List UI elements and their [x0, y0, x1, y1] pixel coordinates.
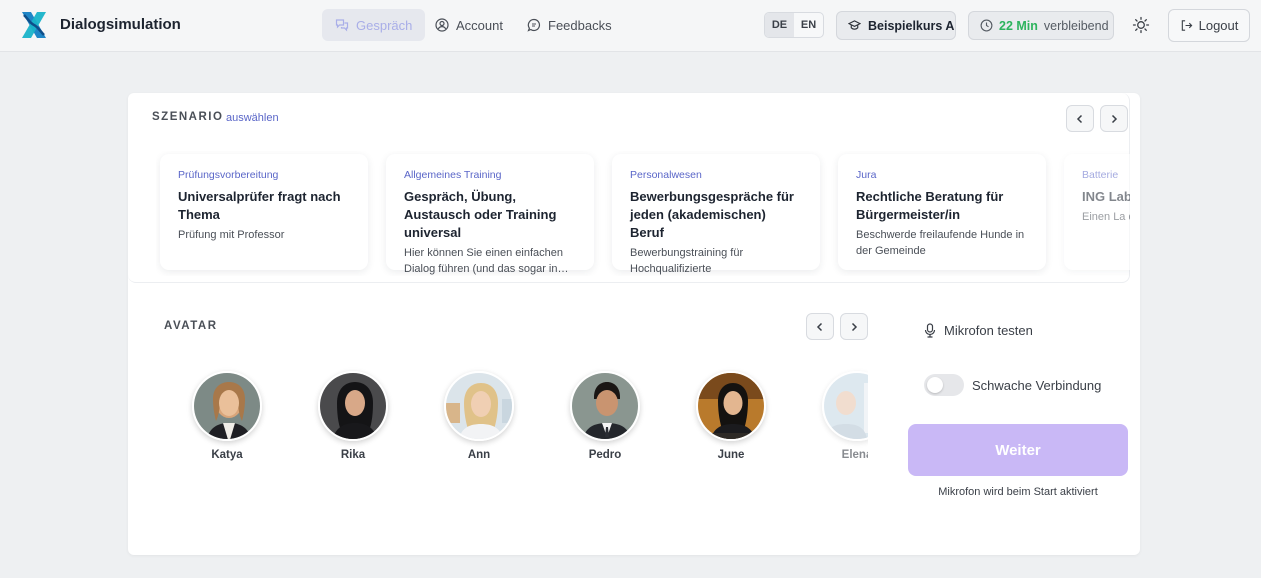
avatar-card[interactable]: June	[668, 371, 794, 461]
avatar-name: Katya	[211, 449, 243, 461]
scenario-title: ING Lab Reflekt	[1082, 189, 1130, 204]
scenario-title: Rechtliche Beratung für Bürgermeister/in	[856, 189, 1004, 222]
next-button[interactable]: Weiter	[908, 424, 1128, 476]
mic-activation-note: Mikrofon wird beim Start aktiviert	[938, 486, 1098, 498]
nav-tab-feedbacks[interactable]: Feedbacks	[527, 9, 612, 41]
avatar-photo	[822, 371, 868, 441]
scenario-card[interactable]: Personalwesen Bewerbungsgespräche für je…	[612, 154, 820, 275]
weak-connection-label: Schwache Verbindung	[972, 377, 1102, 393]
feedback-bubble-icon	[527, 18, 541, 32]
main-card: SZENARIO auswählen Prüfungsvorbereitung …	[128, 93, 1140, 555]
scenario-card[interactable]: Batterie ING Lab Reflekt Einen La dokume	[1064, 154, 1130, 270]
scenario-title: Universalprüfer fragt nach Thema	[178, 189, 341, 222]
nav-label: Account	[456, 17, 503, 33]
scenario-card[interactable]: Prüfungsvorbereitung Universalprüfer fra…	[160, 154, 368, 270]
nav-label: Gespräch	[356, 17, 413, 33]
scenario-category: Prüfungsvorbereitung	[178, 169, 279, 181]
chevron-right-icon	[1111, 114, 1118, 123]
scenario-description: Bewerbungstraining für Hochqualifizierte	[630, 247, 744, 275]
avatar-card[interactable]: Pedro	[542, 371, 668, 461]
scenario-card[interactable]: Jura Rechtliche Beratung für Bürgermeist…	[838, 154, 1046, 270]
scenario-carousel: Prüfungsvorbereitung Universalprüfer fra…	[156, 151, 1130, 276]
logout-button[interactable]: Logout	[1168, 9, 1250, 42]
chevron-left-icon	[1076, 114, 1083, 123]
logout-label: Logout	[1198, 18, 1239, 33]
scenario-description: Prüfung mit Professor	[178, 229, 285, 241]
user-circle-icon	[435, 18, 449, 32]
language-de-button[interactable]: DE	[765, 13, 794, 37]
scenario-prev-button[interactable]	[1066, 105, 1094, 132]
top-bar: Dialogsimulation Gespräch Account Feedba…	[0, 0, 1261, 52]
weak-connection-row: Schwache Verbindung	[924, 374, 1101, 396]
time-remaining-suffix: verbleibend	[1043, 18, 1109, 33]
nav-tab-account[interactable]: Account	[435, 9, 503, 41]
scenario-select-link[interactable]: auswählen	[226, 112, 279, 124]
brand-name: Dialogsimulation	[60, 16, 181, 33]
avatar-photo	[444, 371, 514, 441]
course-name: Beispielkurs A	[868, 18, 955, 33]
time-remaining-value: 22 Min	[999, 18, 1038, 33]
avatar-name: Ann	[467, 449, 491, 461]
scenario-category: Personalwesen	[630, 169, 702, 181]
chevron-right-icon	[851, 322, 858, 331]
avatar-photo	[570, 371, 640, 441]
graduation-cap-icon	[848, 20, 861, 30]
scenario-description: Beschwerde freilaufende Hunde in der Gem…	[856, 229, 1025, 257]
avatar-name: Pedro	[588, 449, 622, 461]
language-switch: DE EN	[764, 12, 824, 38]
avatar-carousel: Katya Rika Ann Pedro June Elen	[164, 363, 868, 473]
scenario-heading: SZENARIO	[152, 111, 224, 123]
avatar-heading: AVATAR	[164, 320, 218, 332]
avatar-name: Rika	[340, 449, 366, 461]
time-remaining-badge: 22 Min verbleibend	[968, 11, 1114, 40]
scenario-title: Bewerbungsgespräche für jeden (akademisc…	[630, 189, 794, 240]
toggle-knob	[927, 377, 943, 393]
avatar-card[interactable]: Katya	[164, 371, 290, 461]
weak-connection-toggle[interactable]	[924, 374, 964, 396]
scenario-category: Jura	[856, 169, 877, 181]
mic-test-button[interactable]: Mikrofon testen	[924, 323, 1033, 338]
avatar-card[interactable]: Rika	[290, 371, 416, 461]
avatar-next-button[interactable]	[840, 313, 868, 340]
microphone-icon	[924, 323, 936, 338]
scenario-section: SZENARIO auswählen Prüfungsvorbereitung …	[128, 93, 1130, 283]
avatar-card[interactable]: Ann	[416, 371, 542, 461]
scenario-description: Einen La dokume	[1082, 211, 1130, 223]
nav-tab-gespraech[interactable]: Gespräch	[322, 9, 426, 41]
theme-toggle-sun-icon[interactable]	[1132, 16, 1150, 34]
scenario-category: Allgemeines Training	[404, 169, 502, 181]
avatar-card[interactable]: Elena	[794, 371, 868, 461]
clock-icon	[980, 19, 993, 32]
language-en-button[interactable]: EN	[794, 13, 823, 37]
app-logo-icon	[22, 12, 46, 38]
scenario-title: Gespräch, Übung, Austausch oder Training…	[404, 189, 557, 240]
avatar-photo	[696, 371, 766, 441]
logout-icon	[1181, 20, 1193, 31]
chevron-left-icon	[816, 322, 823, 331]
scenario-next-button[interactable]	[1100, 105, 1128, 132]
scenario-card[interactable]: Allgemeines Training Gespräch, Übung, Au…	[386, 154, 594, 275]
avatar-photo	[318, 371, 388, 441]
avatar-photo	[192, 371, 262, 441]
scenario-description: Hier können Sie einen einfachen Dialog f…	[404, 247, 569, 275]
course-badge[interactable]: Beispielkurs A	[836, 11, 956, 40]
scenario-category: Batterie	[1082, 169, 1119, 181]
avatar-name: June	[717, 449, 745, 461]
chat-bubbles-icon	[335, 19, 349, 32]
mic-test-label: Mikrofon testen	[944, 323, 1033, 338]
nav-label: Feedbacks	[548, 17, 612, 33]
avatar-name: Elena	[841, 449, 868, 461]
avatar-prev-button[interactable]	[806, 313, 834, 340]
